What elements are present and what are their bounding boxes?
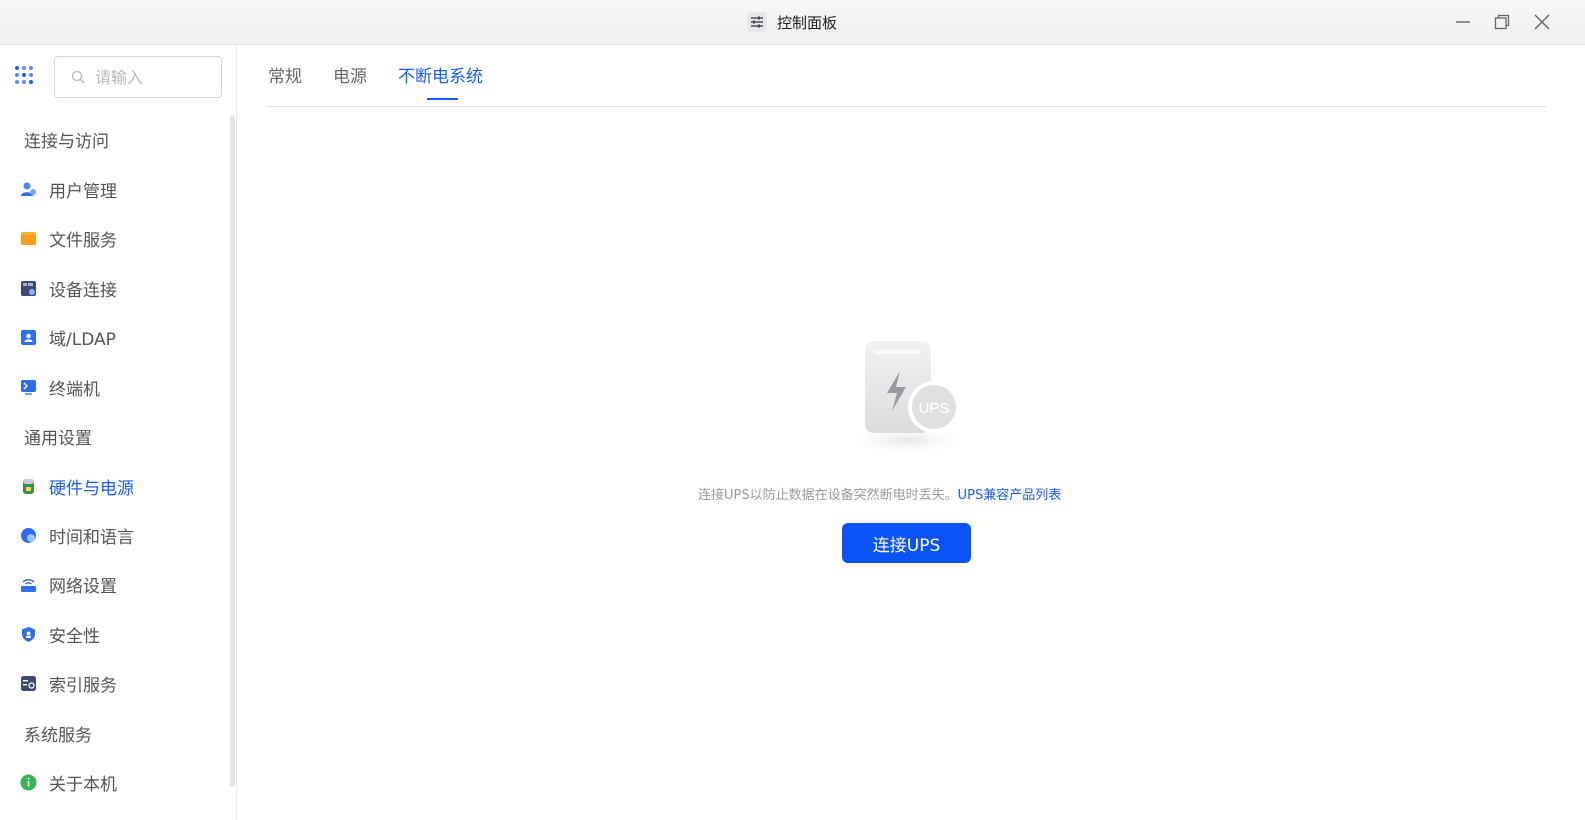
- sidebar-item-label: 文件服务: [49, 230, 117, 251]
- minimize-icon: [1456, 21, 1470, 23]
- folder-icon: [20, 230, 37, 247]
- sidebar-item-label: 硬件与电源: [49, 478, 134, 499]
- ups-message: 连接UPS以防止数据在设备突然断电时丢失。: [698, 488, 958, 503]
- sidebar-item-label: 网络设置: [49, 576, 117, 597]
- sidebar-item-label: 域/LDAP: [49, 329, 116, 350]
- sidebar-item-index-service[interactable]: 索引服务: [20, 668, 220, 698]
- domain-icon: [20, 329, 37, 346]
- info-icon: [20, 774, 37, 791]
- group-label-general: 通用设置: [24, 429, 92, 449]
- ups-description: 连接UPS以防止数据在设备突然断电时丢失。UPS兼容产品列表: [698, 484, 1118, 503]
- restore-icon: [1494, 14, 1510, 30]
- ups-illustration: UPS: [841, 341, 973, 456]
- sidebar-item-file-services[interactable]: 文件服务: [20, 223, 220, 253]
- ups-compat-list-link[interactable]: UPS兼容产品列表: [958, 488, 1062, 503]
- router-icon: [20, 576, 37, 593]
- sidebar-item-terminal[interactable]: 终端机: [20, 372, 220, 402]
- sidebar-item-label: 设备连接: [49, 280, 117, 301]
- app-grid-icon[interactable]: [14, 65, 34, 85]
- sidebar-item-label: 安全性: [49, 626, 100, 647]
- close-button[interactable]: [1530, 10, 1554, 34]
- tab-ups[interactable]: 不断电系统: [398, 62, 483, 87]
- sidebar-item-time-language[interactable]: 时间和语言: [20, 520, 220, 550]
- sidebar-item-domain-ldap[interactable]: 域/LDAP: [20, 322, 220, 352]
- ups-badge-text: UPS: [919, 400, 950, 417]
- minimize-button[interactable]: [1451, 10, 1475, 34]
- sidebar-item-security[interactable]: 安全性: [20, 619, 220, 649]
- tab-bar: 常规 电源 不断电系统: [266, 45, 1547, 107]
- globe-icon: [20, 527, 37, 544]
- control-panel-window: 控制面板 请输入 连接与访问 用户管理 文件服务 设备连接 域/LDAP 终端机…: [0, 0, 1585, 820]
- terminal-icon: [20, 379, 37, 396]
- search-icon: [71, 70, 85, 84]
- sidebar-item-label: 用户管理: [49, 181, 117, 202]
- tab-general[interactable]: 常规: [268, 62, 302, 87]
- close-icon: [1534, 14, 1550, 30]
- sidebar: 连接与访问 用户管理 文件服务 设备连接 域/LDAP: [0, 45, 237, 820]
- group-label-system: 系统服务: [24, 726, 92, 746]
- device-icon: [20, 280, 37, 297]
- connect-ups-button[interactable]: 连接UPS: [842, 523, 971, 563]
- sidebar-item-label: 索引服务: [49, 675, 117, 696]
- search-box[interactable]: [54, 56, 222, 98]
- sidebar-scrollbar[interactable]: [230, 115, 235, 787]
- hardware-power-icon: [20, 478, 37, 495]
- restore-button[interactable]: [1490, 10, 1514, 34]
- user-management-icon: [20, 181, 37, 198]
- sidebar-item-label: 关于本机: [49, 774, 117, 795]
- sidebar-item-device-connection[interactable]: 设备连接: [20, 273, 220, 303]
- active-tab-indicator: [427, 98, 458, 100]
- sliders-icon: [747, 12, 767, 32]
- window-title: 控制面板: [747, 11, 837, 33]
- sidebar-item-label: 终端机: [49, 379, 100, 400]
- title-bar: 控制面板: [0, 0, 1585, 45]
- sidebar-item-user-management[interactable]: 用户管理: [20, 174, 220, 204]
- shield-icon: [20, 626, 37, 643]
- group-label-connection: 连接与访问: [24, 132, 109, 152]
- sidebar-item-network[interactable]: 网络设置: [20, 569, 220, 599]
- sidebar-item-about[interactable]: 关于本机: [20, 767, 220, 797]
- sidebar-item-hardware-power[interactable]: 硬件与电源: [20, 471, 220, 501]
- search-input[interactable]: [95, 67, 205, 87]
- index-icon: [20, 675, 37, 692]
- tab-power[interactable]: 电源: [333, 62, 367, 87]
- main-panel: 常规 电源 不断电系统 UPS 连接UPS以防止数据在设备突然断电时丢失。UPS…: [238, 45, 1585, 820]
- sidebar-item-label: 时间和语言: [49, 527, 134, 548]
- window-title-text: 控制面板: [777, 13, 838, 32]
